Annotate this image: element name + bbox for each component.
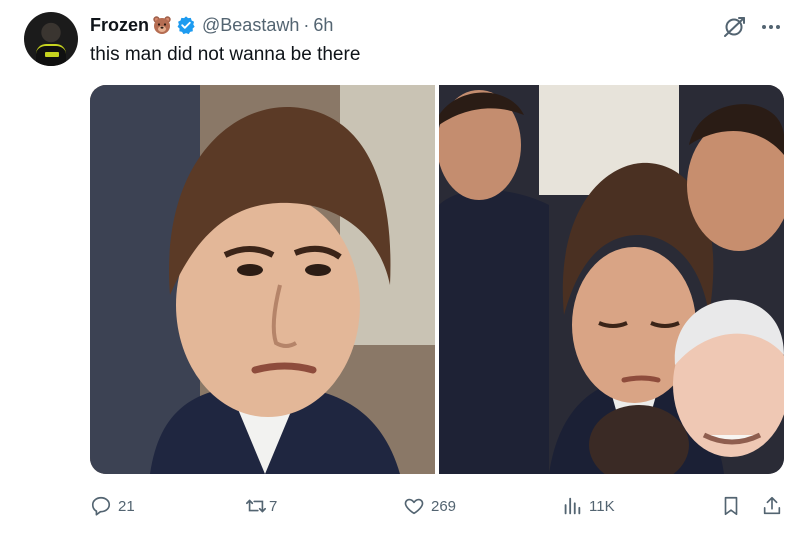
- like-count: 269: [431, 497, 457, 515]
- author-handle[interactable]: @Beastawh: [202, 15, 299, 36]
- tweet-actions: 21 7 269 11K: [90, 490, 784, 522]
- grok-icon[interactable]: [722, 14, 748, 40]
- reply-count: 21: [118, 497, 135, 515]
- share-button[interactable]: [761, 490, 783, 522]
- views-count: 11K: [589, 497, 615, 515]
- header-separator: ·: [303, 14, 310, 35]
- more-options-icon[interactable]: [758, 14, 784, 40]
- media-image-right[interactable]: [439, 85, 784, 474]
- media-image-left[interactable]: [90, 85, 435, 474]
- tweet-text: this man did not wanna be there: [90, 44, 361, 65]
- verified-badge-icon[interactable]: [176, 15, 196, 35]
- bear-emoji-icon: [153, 16, 171, 34]
- repost-count: 7: [269, 497, 278, 515]
- bookmark-button[interactable]: [720, 490, 742, 522]
- repost-icon: [246, 499, 266, 513]
- views-icon: [564, 497, 581, 515]
- heart-icon: [404, 498, 424, 515]
- reply-button[interactable]: 21: [90, 490, 135, 522]
- author-name[interactable]: Frozen: [90, 15, 149, 36]
- reply-icon: [91, 496, 111, 516]
- share-icon: [763, 496, 781, 515]
- avatar-jersey-stripe: [45, 52, 59, 57]
- views-button[interactable]: 11K: [561, 490, 615, 522]
- tweet-header: Frozen @Beastawh · 6h: [90, 14, 333, 36]
- right-photo-illustration: [439, 85, 784, 474]
- tweet-timestamp[interactable]: 6h: [313, 15, 333, 36]
- bookmark-icon: [724, 496, 738, 516]
- author-avatar[interactable]: [24, 12, 78, 66]
- repost-button[interactable]: 7: [245, 490, 277, 522]
- left-photo-illustration: [90, 85, 435, 474]
- like-button[interactable]: 269: [403, 490, 456, 522]
- media-grid: [90, 85, 784, 474]
- tweet[interactable]: Frozen @Beastawh · 6h this man did not w…: [0, 0, 800, 537]
